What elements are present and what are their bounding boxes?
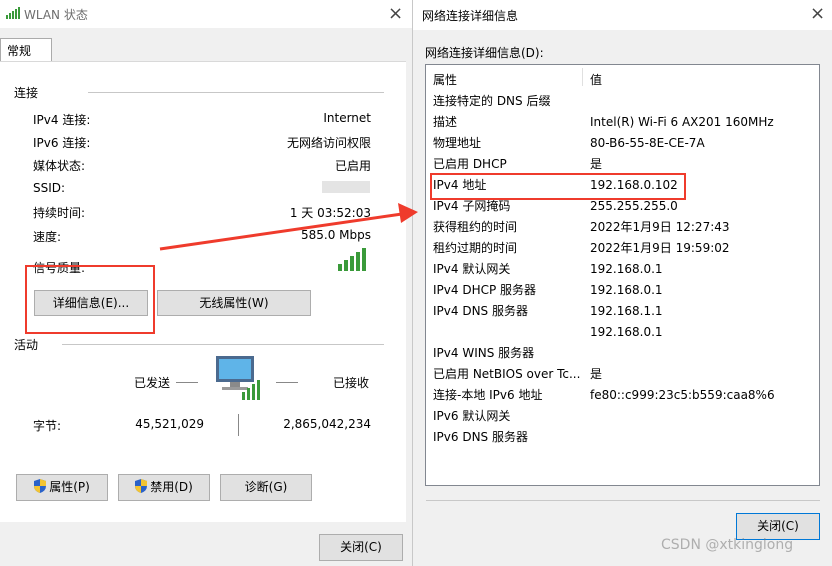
- annotation-arrow-icon: [159, 203, 418, 251]
